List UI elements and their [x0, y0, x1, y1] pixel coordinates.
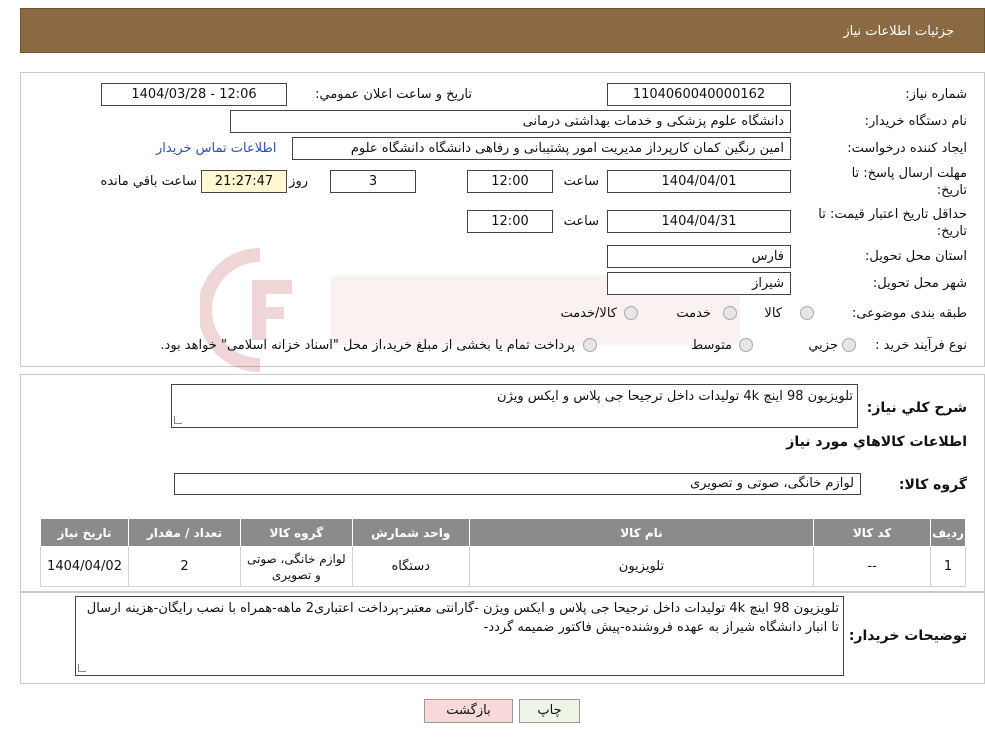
page-title: جزئیات اطلاعات نیاز	[843, 24, 954, 39]
need-number-value: 1104060040000162	[607, 83, 791, 106]
summary-text: تلویزیون 98 اینچ 4k تولیدات داخل ترجیحا …	[497, 389, 853, 404]
cell-name: تلویزیون	[468, 546, 815, 587]
process-option-minor: جزيي	[808, 338, 838, 353]
process-option-medium: متوسط	[691, 338, 732, 353]
back-button[interactable]: بازگشت	[424, 699, 513, 723]
deadline-date-value: 1404/04/01	[607, 170, 791, 193]
remaining-time-value: 21:27:47	[201, 170, 287, 193]
col-header-row-num: رديف	[930, 518, 966, 547]
remaining-time-label: ساعت باقي مانده	[100, 174, 197, 189]
buyer-org-value: دانشگاه علوم پزشکی و خدمات بهداشتی درمان…	[230, 110, 791, 133]
category-label: طبقه بندی موضوعی:	[851, 306, 967, 321]
process-type-label: نوع فرآيند خريد :	[875, 338, 967, 353]
process-radio-minor[interactable]	[842, 338, 856, 352]
col-header-name: نام کالا	[468, 518, 815, 547]
table-row: 1 -- تلویزیون دستگاه لوازم خانگی، صوتی و…	[39, 546, 966, 587]
resize-grip-icon[interactable]	[78, 664, 86, 672]
goods-table: رديف کد کالا نام کالا واحد شمارش گروه کا…	[39, 518, 966, 587]
process-note: پرداخت تمام یا بخشی از مبلغ خرید،از محل …	[160, 338, 575, 353]
price-validity-label-date: تاريخ:	[936, 224, 967, 239]
announce-date-label: تاريخ و ساعت اعلان عمومي:	[315, 87, 472, 102]
deadline-label-date: تاريخ:	[936, 183, 967, 198]
process-radio-treasury[interactable]	[583, 338, 597, 352]
province-value: فارس	[607, 245, 791, 268]
price-validity-label: حداقل تاريخ اعتبار قيمت: تا	[818, 207, 967, 222]
cell-row-num: 1	[930, 546, 966, 587]
buyer-notes-textarea[interactable]: تلویزیون 98 اینچ 4k تولیدات داخل ترجیحا …	[75, 596, 844, 676]
col-header-group: گروه کالا	[239, 518, 353, 547]
price-validity-time-value: 12:00	[467, 210, 553, 233]
cell-group: لوازم خانگی، صوتی و تصویری	[239, 546, 353, 587]
summary-textarea[interactable]: تلویزیون 98 اینچ 4k تولیدات داخل ترجیحا …	[171, 384, 858, 428]
col-header-qty: تعداد / مقدار	[128, 518, 241, 547]
price-validity-date-value: 1404/04/31	[607, 210, 791, 233]
col-header-unit: واحد شمارش	[351, 518, 470, 547]
process-radio-medium[interactable]	[739, 338, 753, 352]
buyer-notes-text: تلویزیون 98 اینچ 4k تولیدات داخل ترجیحا …	[86, 601, 839, 635]
col-header-code: کد کالا	[813, 518, 932, 547]
buyer-contact-link[interactable]: اطلاعات تماس خريدار	[156, 141, 276, 156]
creator-label: ايجاد کننده درخواست:	[847, 141, 967, 156]
goods-group-value: لوازم خانگی، صوتی و تصویری	[174, 473, 861, 495]
days-remaining-value: 3	[330, 170, 416, 193]
buyer-notes-label: توضيحات خريدار:	[848, 628, 967, 644]
buyer-org-label: نام دستگاه خريدار:	[864, 114, 967, 129]
creator-value: امین رنگین کمان کارپرداز مدیریت امور پشت…	[292, 137, 791, 160]
page-header: جزئیات اطلاعات نیاز	[20, 8, 985, 53]
category-option-goods-service: کالا/خدمت	[560, 306, 617, 321]
cell-qty: 2	[128, 546, 241, 587]
price-validity-time-label: ساعت	[563, 214, 599, 229]
cell-date: 1404/04/02	[39, 546, 130, 587]
category-radio-goods-service[interactable]	[624, 306, 638, 320]
announce-date-value: 1404/03/28 - 12:06	[101, 83, 287, 106]
print-button[interactable]: چاپ	[519, 699, 580, 723]
cell-unit: دستگاه	[351, 546, 470, 587]
col-header-date: تاريخ نياز	[39, 518, 130, 547]
category-option-service: خدمت	[676, 306, 711, 321]
category-radio-goods[interactable]	[800, 306, 814, 320]
resize-grip-icon[interactable]	[174, 416, 182, 424]
deadline-time-value: 12:00	[467, 170, 553, 193]
deadline-label: مهلت ارسال پاسخ: تا	[851, 166, 967, 181]
summary-label: شرح کلي نياز:	[866, 400, 967, 416]
city-value: شیراز	[607, 272, 791, 295]
table-header-row: رديف کد کالا نام کالا واحد شمارش گروه کا…	[39, 518, 966, 547]
province-label: استان محل تحويل:	[865, 249, 967, 264]
goods-info-title: اطلاعات کالاهاي مورد نياز	[786, 434, 967, 450]
city-label: شهر محل تحويل:	[872, 276, 967, 291]
category-option-goods: کالا	[764, 306, 782, 321]
category-radio-service[interactable]	[723, 306, 737, 320]
cell-code: --	[813, 546, 932, 587]
need-number-label: شماره نیاز:	[905, 87, 967, 102]
goods-group-label: گروه کالا:	[898, 477, 967, 493]
deadline-time-label: ساعت	[563, 174, 599, 189]
